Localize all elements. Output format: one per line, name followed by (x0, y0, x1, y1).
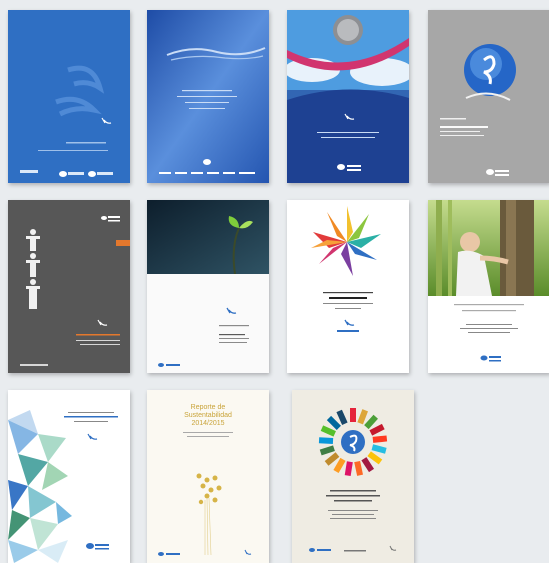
cover-2-artwork (147, 10, 269, 183)
report-cover-6[interactable] (147, 200, 269, 373)
report-cover-8[interactable] (428, 200, 549, 373)
cover-8-artwork (428, 200, 549, 373)
cover-4-artwork (428, 10, 549, 183)
cover-6-artwork (147, 200, 269, 373)
report-cover-10[interactable]: Reporte de Sustentabilidad 2014/2015 (147, 390, 269, 563)
report-cover-3[interactable] (287, 10, 409, 183)
cover-7-artwork (287, 200, 409, 373)
report-cover-9[interactable] (8, 390, 130, 563)
report-cover-7[interactable] (287, 200, 409, 373)
report-cover-2[interactable] (147, 10, 269, 183)
report-cover-11[interactable] (292, 390, 414, 563)
report-cover-5[interactable] (8, 200, 130, 373)
cover-11-artwork (292, 390, 414, 563)
report-cover-1[interactable] (8, 10, 130, 183)
cover-5-artwork (8, 200, 130, 373)
cover-10-title: Reporte de Sustentabilidad 2014/2015 (184, 404, 232, 427)
report-cover-4[interactable] (428, 10, 549, 183)
cover-1-artwork (8, 10, 130, 183)
cover-3-artwork (287, 10, 409, 183)
cover-9-artwork (8, 390, 130, 563)
